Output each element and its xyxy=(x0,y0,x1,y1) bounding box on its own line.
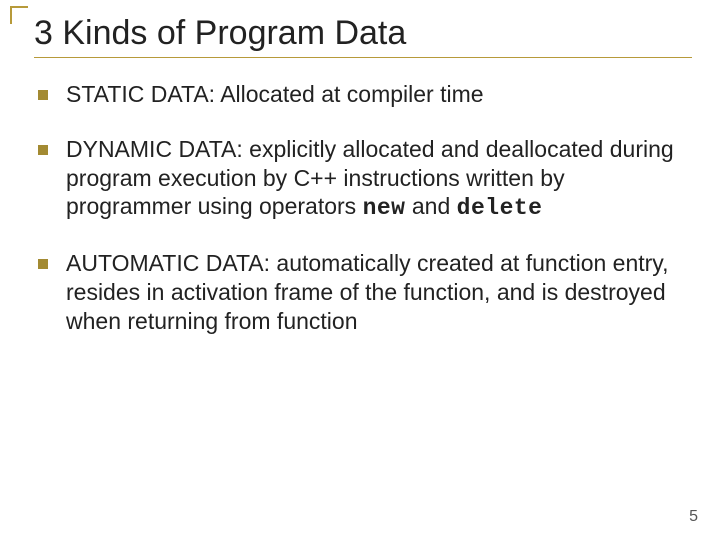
list-item: STATIC DATA: Allocated at compiler time xyxy=(38,80,674,109)
list-item-text: DYNAMIC DATA: explicitly allocated and d… xyxy=(66,135,674,223)
list-item: AUTOMATIC DATA: automatically created at… xyxy=(38,249,674,335)
item-lead: AUTOMATIC DATA: xyxy=(66,250,276,276)
bullet-icon xyxy=(38,259,48,269)
item-mid: and xyxy=(406,193,457,219)
title-wrap: 3 Kinds of Program Data xyxy=(28,14,692,58)
item-lead: DYNAMIC DATA: xyxy=(66,136,249,162)
keyword-new: new xyxy=(363,195,406,221)
list-item: DYNAMIC DATA: explicitly allocated and d… xyxy=(38,135,674,223)
keyword-delete: delete xyxy=(457,195,543,221)
item-lead: STATIC DATA: xyxy=(66,81,220,107)
bullet-icon xyxy=(38,90,48,100)
corner-accent xyxy=(10,6,28,24)
item-rest: Allocated at compiler time xyxy=(220,81,483,107)
slide: 3 Kinds of Program Data STATIC DATA: All… xyxy=(0,0,720,540)
slide-title: 3 Kinds of Program Data xyxy=(34,14,692,58)
page-number: 5 xyxy=(689,508,698,526)
bullet-icon xyxy=(38,145,48,155)
list-item-text: STATIC DATA: Allocated at compiler time xyxy=(66,80,674,109)
list-item-text: AUTOMATIC DATA: automatically created at… xyxy=(66,249,674,335)
slide-body: STATIC DATA: Allocated at compiler time … xyxy=(28,80,692,335)
